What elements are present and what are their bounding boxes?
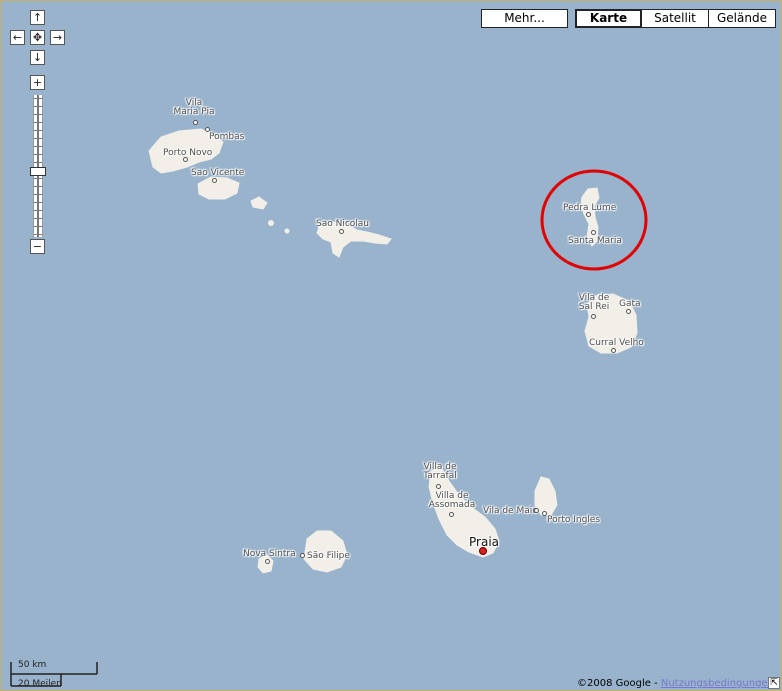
- marker-santa-maria[interactable]: [591, 230, 596, 235]
- islet-2: [284, 228, 290, 234]
- pan-up-button[interactable]: ↑: [30, 10, 45, 25]
- label-pombas: Pombas: [209, 132, 245, 142]
- label-vila-de-maio: Vila de Maio: [483, 506, 538, 516]
- label-vila-de-sal-rei: Vila de Sal Rei: [578, 293, 610, 312]
- marker-curral-velho[interactable]: [611, 348, 616, 353]
- zoom-slider-rail: [37, 95, 39, 237]
- scale-miles-label: 20 Meilen: [18, 679, 62, 689]
- zoom-in-button[interactable]: +: [30, 75, 45, 90]
- label-sao-nicolau: Sao Nicolau: [316, 219, 370, 229]
- marker-vila-maria-pia[interactable]: [193, 120, 198, 125]
- island-santa-luzia: [250, 196, 268, 210]
- label-gata: Gata: [619, 299, 641, 309]
- marker-sao-nicolau[interactable]: [339, 229, 344, 234]
- label-santa-maria: Santa Maria: [568, 236, 622, 246]
- marker-gata[interactable]: [626, 309, 631, 314]
- pan-center-button[interactable]: ✥: [30, 30, 45, 45]
- pan-down-button[interactable]: ↓: [30, 50, 45, 65]
- map-type-terrain-button[interactable]: Gelände: [708, 9, 776, 28]
- marker-sao-filipe[interactable]: [300, 553, 305, 558]
- copyright-text: ©2008 Google -: [577, 678, 661, 689]
- map-canvas[interactable]: Vila Maria Pia Pombas Porto Novo Sao Vic…: [0, 0, 782, 691]
- label-vila-de-tarrafal: Villa de Tarrafal: [423, 462, 457, 481]
- marker-vila-de-tarrafal[interactable]: [436, 484, 441, 489]
- resize-corner-icon[interactable]: ⇱: [768, 677, 780, 689]
- pan-right-button[interactable]: →: [50, 30, 65, 45]
- island-shapes: [148, 128, 648, 574]
- copyright-notice: ©2008 Google - Nutzungsbedingungen: [577, 678, 774, 689]
- label-vila-maria-pia: Vila Maria Pia: [173, 98, 215, 117]
- zoom-out-button[interactable]: −: [30, 239, 45, 254]
- marker-sao-vicente[interactable]: [212, 178, 217, 183]
- marker-pedra-lume[interactable]: [586, 212, 591, 217]
- label-sao-vicente: Sao Vicente: [191, 168, 245, 178]
- pan-left-button[interactable]: ←: [10, 30, 25, 45]
- label-nova-sintra: Nova Sintra: [243, 549, 296, 559]
- map-type-satellite-button[interactable]: Satellit: [641, 9, 709, 28]
- marker-vila-de-maio[interactable]: [534, 508, 539, 513]
- marker-praia[interactable]: [479, 547, 487, 555]
- label-porto-novo: Porto Novo: [163, 148, 213, 158]
- island-sao-vicente: [197, 176, 240, 200]
- label-porto-ingles: Porto Ingles: [547, 515, 601, 525]
- map-type-map-button[interactable]: Karte: [575, 9, 642, 28]
- marker-vila-de-sal-rei[interactable]: [591, 314, 596, 319]
- zoom-slider-thumb[interactable]: [30, 167, 46, 176]
- label-curral-velho: Curral Velho: [589, 338, 644, 348]
- scale-km-label: 50 km: [18, 660, 47, 670]
- terms-of-use-link[interactable]: Nutzungsbedingungen: [661, 678, 774, 689]
- islet-1: [268, 220, 274, 226]
- label-vila-de-assomada: Villa de Assomada: [428, 491, 476, 510]
- marker-nova-sintra[interactable]: [265, 559, 270, 564]
- map-type-more-button[interactable]: Mehr...: [481, 9, 568, 28]
- marker-vila-de-assomada[interactable]: [449, 512, 454, 517]
- label-sao-filipe: São Filipe: [307, 551, 350, 561]
- marker-porto-novo[interactable]: [183, 157, 188, 162]
